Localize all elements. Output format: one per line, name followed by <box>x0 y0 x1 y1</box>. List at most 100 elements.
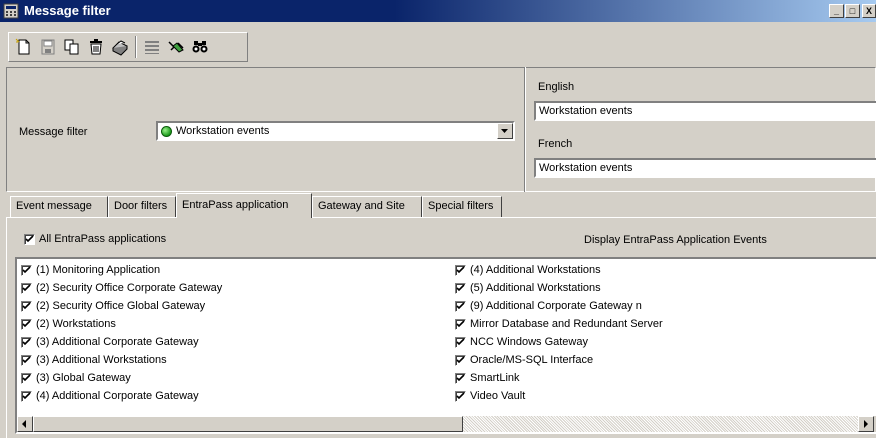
checkmark-icon <box>22 320 31 327</box>
checkmark-icon <box>22 392 31 399</box>
minimize-button[interactable]: _ <box>829 4 844 18</box>
print-icon <box>112 40 128 56</box>
list-item-label: SmartLink <box>470 372 520 385</box>
save-button[interactable] <box>37 36 59 58</box>
checkbox[interactable] <box>21 372 32 384</box>
list-item-label: (2) Security Office Global Gateway <box>36 300 206 313</box>
checkbox[interactable] <box>455 318 466 330</box>
checkmark-icon <box>456 284 465 291</box>
tab-event-message[interactable]: Event message <box>10 196 108 217</box>
list-item-label: (2) Security Office Corporate Gateway <box>36 282 223 295</box>
checkmark-icon <box>22 266 31 273</box>
tab-special-filters[interactable]: Special filters <box>422 196 502 217</box>
checkmark-icon <box>25 235 34 242</box>
checkbox[interactable] <box>455 354 466 366</box>
maximize-button[interactable]: □ <box>845 4 860 18</box>
tab-entrapass-application[interactable]: EntraPass application <box>176 193 312 218</box>
checkbox[interactable] <box>21 264 32 276</box>
checkbox[interactable] <box>455 390 466 402</box>
find-button[interactable] <box>189 36 211 58</box>
list-item-label: Video Vault <box>470 390 526 403</box>
message-filter-combobox[interactable]: Workstation events <box>156 121 515 141</box>
left-column: (1) Monitoring Application (2) Security … <box>21 264 222 408</box>
list-item[interactable]: (2) Security Office Corporate Gateway <box>21 282 222 300</box>
new-button[interactable] <box>13 36 35 58</box>
list-item-label: (4) Additional Workstations <box>470 264 601 277</box>
checkbox[interactable] <box>21 282 32 294</box>
scroll-left-button[interactable] <box>17 416 33 432</box>
application-events-list[interactable]: (1) Monitoring Application (2) Security … <box>15 257 876 434</box>
checkbox[interactable] <box>24 233 35 245</box>
tab-door-filters[interactable]: Door filters <box>108 196 176 217</box>
list-item-label: (5) Additional Workstations <box>470 282 601 295</box>
list-item[interactable]: NCC Windows Gateway <box>455 336 663 354</box>
checkbox[interactable] <box>455 300 466 312</box>
french-name-field[interactable]: Workstation events <box>534 158 876 178</box>
scrollbar-thumb[interactable] <box>33 416 463 432</box>
horizontal-scrollbar[interactable] <box>17 416 876 432</box>
english-name-field[interactable]: Workstation events <box>534 101 876 121</box>
all-applications-label: All EntraPass applications <box>39 233 167 246</box>
list-item[interactable]: (4) Additional Workstations <box>455 264 663 282</box>
tab-gateway-and-site[interactable]: Gateway and Site <box>312 196 422 217</box>
scroll-right-button[interactable] <box>858 416 874 432</box>
checkmark-icon <box>22 356 31 363</box>
checkmark-icon <box>456 338 465 345</box>
list-item[interactable]: (2) Security Office Global Gateway <box>21 300 222 318</box>
checkmark-icon <box>456 320 465 327</box>
list-item[interactable]: Video Vault <box>455 390 663 408</box>
french-label: French <box>538 138 573 150</box>
delete-button[interactable] <box>85 36 107 58</box>
checkmark-icon <box>22 338 31 345</box>
arrow-right-icon <box>864 420 868 428</box>
header-divider <box>524 67 526 192</box>
checkbox[interactable] <box>21 300 32 312</box>
list-item-label: (1) Monitoring Application <box>36 264 161 277</box>
checkbox[interactable] <box>21 354 32 366</box>
list-item[interactable]: (5) Additional Workstations <box>455 282 663 300</box>
checkbox[interactable] <box>21 390 32 402</box>
checkbox[interactable] <box>455 372 466 384</box>
link-button[interactable] <box>165 36 187 58</box>
checkmark-icon <box>22 374 31 381</box>
toolbar <box>8 32 248 62</box>
checkbox[interactable] <box>21 336 32 348</box>
list-item[interactable]: Oracle/MS-SQL Interface <box>455 354 663 372</box>
close-button[interactable]: X <box>862 4 876 18</box>
all-applications-checkbox[interactable]: All EntraPass applications <box>24 233 166 245</box>
list-item-label: Oracle/MS-SQL Interface <box>470 354 594 367</box>
scrollbar-track[interactable] <box>463 416 858 432</box>
list-item[interactable]: (2) Workstations <box>21 318 222 336</box>
checkbox[interactable] <box>455 282 466 294</box>
list-item[interactable]: (3) Additional Workstations <box>21 354 222 372</box>
checkmark-icon <box>456 374 465 381</box>
copy-icon <box>64 39 79 55</box>
new-document-icon <box>15 38 30 55</box>
list-item[interactable]: Mirror Database and Redundant Server <box>455 318 663 336</box>
message-filter-label: Message filter <box>19 126 88 138</box>
link-icon <box>168 41 184 53</box>
toolbar-separator <box>135 36 137 58</box>
list-item[interactable]: (9) Additional Corporate Gateway n <box>455 300 663 318</box>
checkmark-icon <box>456 392 465 399</box>
arrow-left-icon <box>22 420 26 428</box>
list-item[interactable]: SmartLink <box>455 372 663 390</box>
checkbox[interactable] <box>21 318 32 330</box>
list-item-label: (4) Additional Corporate Gateway <box>36 390 199 403</box>
checkbox[interactable] <box>455 336 466 348</box>
delete-trash-icon <box>90 39 102 55</box>
checkbox[interactable] <box>455 264 466 276</box>
message-filter-value: Workstation events <box>176 125 270 137</box>
display-events-caption: Display EntraPass Application Events <box>584 234 767 246</box>
list-item[interactable]: (4) Additional Corporate Gateway <box>21 390 222 408</box>
english-name-value: Workstation events <box>539 105 633 117</box>
title-bar[interactable]: Message filter _ □ X <box>0 0 876 22</box>
list-item[interactable]: (3) Additional Corporate Gateway <box>21 336 222 354</box>
list-item[interactable]: (3) Global Gateway <box>21 372 222 390</box>
dropdown-arrow-button[interactable] <box>497 123 513 139</box>
copy-button[interactable] <box>61 36 83 58</box>
print-button[interactable] <box>109 36 131 58</box>
list-button[interactable] <box>141 36 163 58</box>
list-item[interactable]: (1) Monitoring Application <box>21 264 222 282</box>
list-item-label: Mirror Database and Redundant Server <box>470 318 663 331</box>
